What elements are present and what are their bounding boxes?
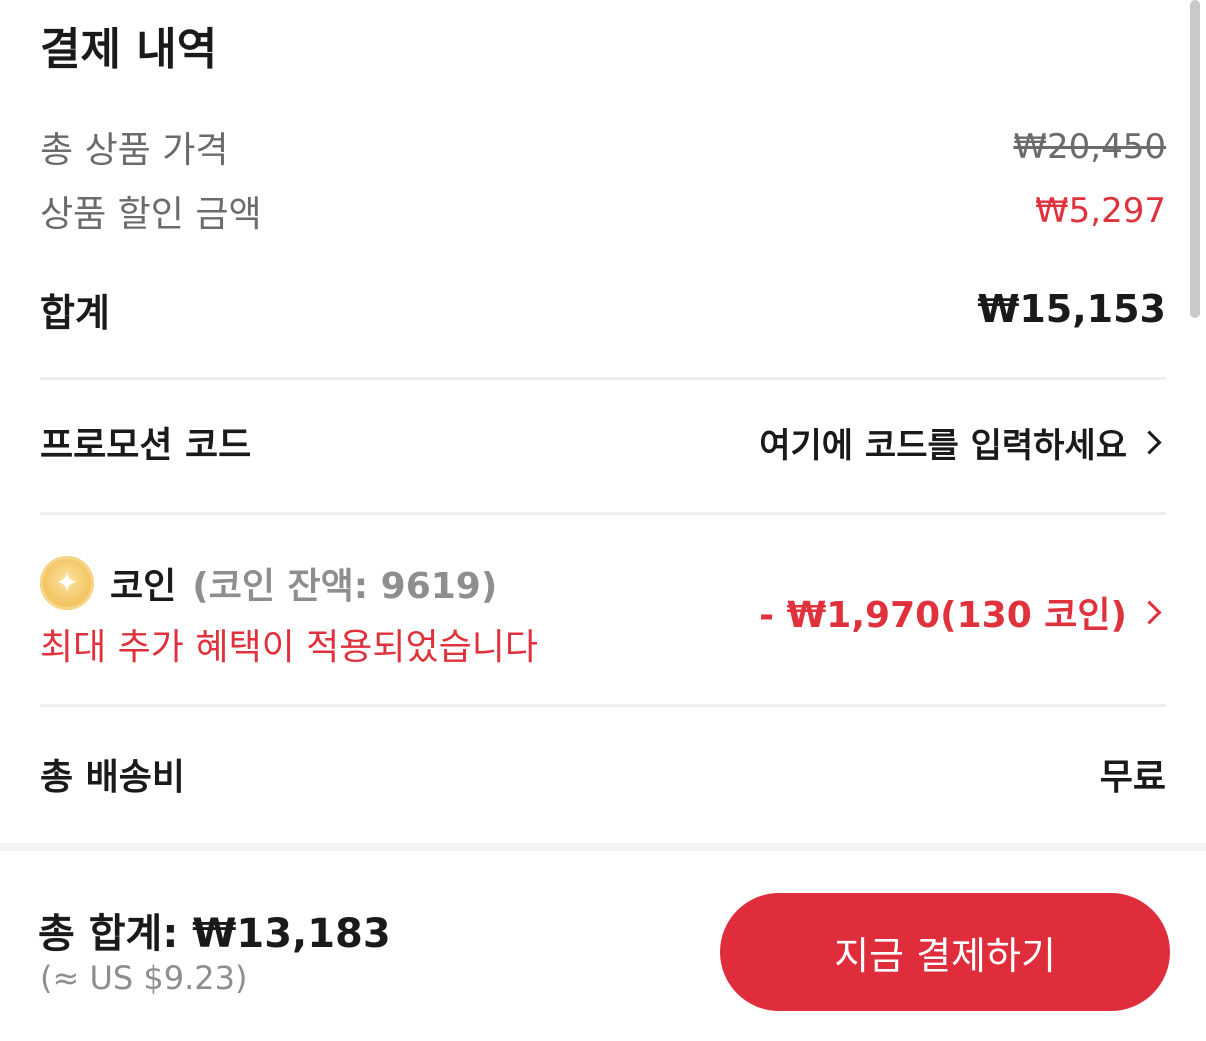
sum-label: 합계 — [40, 290, 110, 335]
coins-balance: (코인 잔액: 9619) — [192, 566, 498, 607]
coins-row[interactable]: 코인 (코인 잔액: 9619) 최대 추가 혜택이 적용되었습니다 — [40, 556, 538, 670]
coins-label: 코인 — [110, 566, 177, 607]
subtotal-row: 총 상품 가격 ₩20,450 — [40, 122, 1166, 172]
shipping-row: 총 배송비 무료 — [40, 746, 1166, 802]
divider — [40, 377, 1166, 380]
scrollbar[interactable] — [1190, 0, 1200, 318]
shipping-value: 무료 — [1099, 757, 1166, 798]
coins-discount-value: - ₩1,970(130 코인) — [759, 595, 1127, 636]
promo-code-row[interactable]: 프로모션 코드 여기에 코드를 입력하세요 — [40, 414, 1166, 470]
promo-code-label: 프로모션 코드 — [40, 425, 252, 466]
coin-icon — [40, 556, 94, 610]
chevron-right-icon — [1137, 429, 1162, 455]
shipping-label: 총 배송비 — [40, 757, 186, 798]
sum-row: 합계 ₩15,153 — [40, 282, 1166, 336]
checkout-bar: 총 합계: ₩13,183 (≈ US $9.23) 지금 결제하기 — [0, 843, 1206, 1041]
pay-now-button[interactable]: 지금 결제하기 — [720, 893, 1170, 1011]
payment-summary-panel: 결제 내역 총 상품 가격 ₩20,450 상품 할인 금액 ₩5,297 합계… — [0, 0, 1206, 843]
divider — [40, 512, 1166, 515]
promo-code-input-link[interactable]: 여기에 코드를 입력하세요 — [759, 418, 1166, 467]
grand-total: 총 합계: ₩13,183 — [38, 911, 391, 957]
discount-label: 상품 할인 금액 — [40, 194, 262, 235]
section-title: 결제 내역 — [40, 24, 218, 75]
chevron-right-icon — [1137, 599, 1162, 625]
coins-discount-link[interactable]: - ₩1,970(130 코인) — [759, 586, 1166, 638]
subtotal-label: 총 상품 가격 — [40, 130, 229, 171]
sum-value: ₩15,153 — [977, 287, 1166, 331]
discount-value: ₩5,297 — [1035, 191, 1166, 231]
coins-benefit-note: 최대 추가 혜택이 적용되었습니다 — [40, 627, 539, 668]
grand-total-usd: (≈ US $9.23) — [40, 959, 248, 997]
promo-code-placeholder: 여기에 코드를 입력하세요 — [759, 425, 1127, 466]
subtotal-value: ₩20,450 — [1013, 127, 1166, 167]
divider — [40, 704, 1166, 707]
discount-row: 상품 할인 금액 ₩5,297 — [40, 186, 1166, 236]
